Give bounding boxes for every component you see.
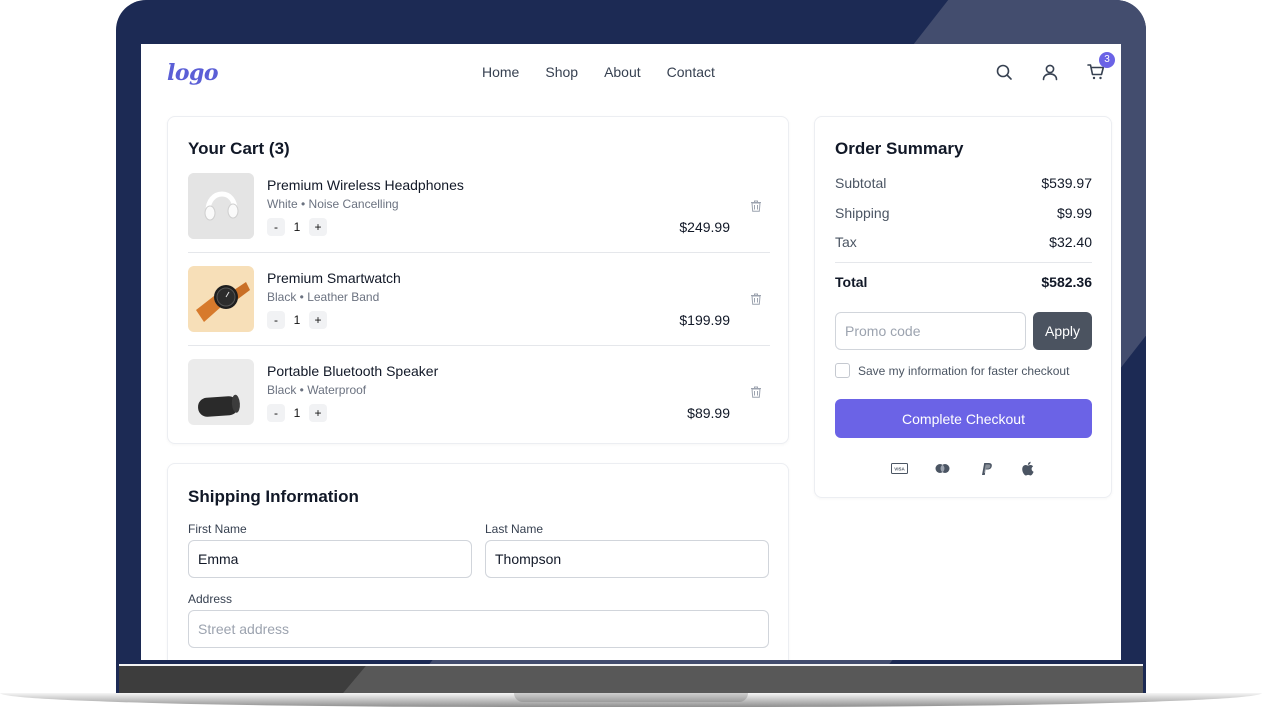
item-divider [188, 345, 770, 346]
item-variant: White • Noise Cancelling [267, 197, 399, 211]
tax-row: Tax $32.40 [835, 234, 1092, 250]
screen: logo Home Shop About Contact 3 Your Cart… [141, 44, 1121, 660]
laptop-notch [514, 693, 748, 702]
address-field[interactable] [188, 610, 769, 648]
nav-shop[interactable]: Shop [545, 64, 578, 80]
cart-item-speaker: Portable Bluetooth Speaker Black • Water… [188, 359, 770, 451]
cart-title: Your Cart (3) [188, 139, 290, 158]
first-name-field[interactable] [188, 540, 472, 578]
complete-checkout-button[interactable]: Complete Checkout [835, 399, 1092, 438]
trash-icon[interactable] [749, 385, 763, 399]
item-variant: Black • Leather Band [267, 290, 380, 304]
item-name: Premium Smartwatch [267, 270, 401, 286]
mastercard-icon [935, 464, 950, 473]
nav-contact[interactable]: Contact [667, 64, 715, 80]
smartwatch-image [188, 266, 254, 332]
first-name-label: First Name [188, 522, 247, 536]
increase-qty-button[interactable]: + [309, 404, 327, 422]
order-summary-card: Order Summary Subtotal $539.97 Shipping … [814, 116, 1112, 498]
logo[interactable]: logo [167, 60, 219, 86]
trash-icon[interactable] [749, 199, 763, 213]
last-name-label: Last Name [485, 522, 544, 536]
decrease-qty-button[interactable]: - [267, 218, 285, 236]
total-label: Total [835, 274, 868, 290]
quantity-stepper: - 1 + [267, 404, 327, 422]
laptop-chin [119, 666, 1143, 694]
trash-icon[interactable] [749, 292, 763, 306]
item-name: Portable Bluetooth Speaker [267, 363, 439, 379]
total-row: Total $582.36 [835, 274, 1092, 290]
save-info-option: Save my information for faster checkout [835, 363, 1069, 378]
item-price: $249.99 [679, 219, 730, 235]
headphones-image [188, 173, 254, 239]
svg-text:VISA: VISA [894, 467, 905, 472]
subtotal-label: Subtotal [835, 175, 887, 191]
apple-pay-icon [1022, 461, 1034, 476]
shipping-card: Shipping Information First Name Last Nam… [167, 463, 789, 660]
paypal-icon [982, 463, 992, 475]
summary-title: Order Summary [835, 139, 964, 158]
qty-value: 1 [293, 313, 301, 327]
headphones-icon [188, 173, 254, 239]
address-label: Address [188, 592, 233, 606]
nav-about[interactable]: About [604, 64, 641, 80]
search-icon[interactable] [994, 62, 1014, 82]
main-nav: Home Shop About Contact [482, 64, 715, 80]
user-icon[interactable] [1040, 62, 1060, 82]
payment-methods: VISA [891, 460, 1037, 477]
item-variant: Black • Waterproof [267, 383, 367, 397]
save-info-checkbox[interactable] [835, 363, 850, 378]
total-value: $582.36 [1041, 274, 1092, 290]
shipping-title: Shipping Information [188, 487, 359, 506]
save-info-label[interactable]: Save my information for faster checkout [858, 364, 1069, 378]
subtotal-row: Subtotal $539.97 [835, 175, 1092, 191]
item-divider [188, 252, 770, 253]
item-name: Premium Wireless Headphones [267, 177, 464, 193]
increase-qty-button[interactable]: + [309, 311, 327, 329]
subtotal-value: $539.97 [1041, 175, 1092, 191]
tax-value: $32.40 [1049, 234, 1092, 250]
quantity-stepper: - 1 + [267, 311, 327, 329]
promo-code-input[interactable] [835, 312, 1026, 350]
last-name-field[interactable] [485, 540, 769, 578]
tax-label: Tax [835, 234, 857, 250]
summary-divider [835, 262, 1092, 263]
item-price: $199.99 [679, 312, 730, 328]
qty-value: 1 [293, 406, 301, 420]
cart-count-badge: 3 [1099, 52, 1115, 68]
decrease-qty-button[interactable]: - [267, 404, 285, 422]
quantity-stepper: - 1 + [267, 218, 327, 236]
shipping-row: Shipping $9.99 [835, 205, 1092, 221]
smartwatch-icon [188, 266, 254, 332]
increase-qty-button[interactable]: + [309, 218, 327, 236]
shipping-value: $9.99 [1056, 205, 1092, 221]
shipping-label: Shipping [835, 205, 890, 221]
chin-highlight [332, 666, 1143, 694]
cart-card: Your Cart (3) Premium Wireless Headphone… [167, 116, 789, 444]
visa-icon: VISA [891, 463, 908, 474]
speaker-icon [188, 359, 254, 425]
decrease-qty-button[interactable]: - [267, 311, 285, 329]
apply-button[interactable]: Apply [1033, 312, 1092, 350]
speaker-image [188, 359, 254, 425]
item-price: $89.99 [687, 405, 730, 421]
qty-value: 1 [293, 220, 301, 234]
nav-home[interactable]: Home [482, 64, 519, 80]
